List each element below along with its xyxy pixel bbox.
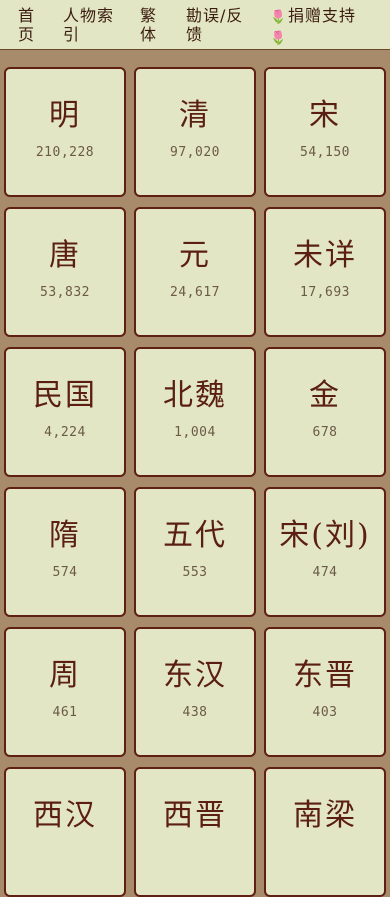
dynasty-name: 东汉 — [163, 658, 227, 693]
tulip-icon: 🌷 — [270, 31, 288, 46]
dynasty-person-count: 574 — [52, 565, 78, 580]
dynasty-name: 清 — [179, 98, 211, 133]
dynasty-name: 唐 — [49, 238, 81, 273]
dynasty-card[interactable]: 五代 553 — [134, 487, 256, 617]
dynasty-grid: 明 210,228 清 97,020 宋 54,150 唐 53,832 元 24,617… — [4, 67, 386, 897]
dynasty-name: 宋 — [309, 98, 341, 133]
dynasty-card[interactable]: 未详 17,693 — [264, 207, 386, 337]
dynasty-card[interactable]: 隋 574 — [4, 487, 126, 617]
dynasty-name: 周 — [49, 658, 81, 693]
nav-link-person-index[interactable]: 人物索引 — [63, 6, 123, 44]
dynasty-card[interactable]: 西晋 — [134, 767, 256, 897]
dynasty-person-count: 54,150 — [300, 145, 350, 160]
dynasty-name: 元 — [179, 238, 211, 273]
dynasty-person-count: 1,004 — [174, 425, 216, 440]
dynasty-name: 北魏 — [163, 378, 227, 413]
dynasty-card[interactable]: 明 210,228 — [4, 67, 126, 197]
nav-link-traditional[interactable]: 繁体 — [140, 6, 160, 44]
dynasty-card[interactable]: 周 461 — [4, 627, 126, 757]
dynasty-card[interactable]: 清 97,020 — [134, 67, 256, 197]
dynasty-name: 南梁 — [293, 798, 357, 833]
dynasty-card[interactable]: 民国 4,224 — [4, 347, 126, 477]
dynasty-card[interactable]: 唐 53,832 — [4, 207, 126, 337]
dynasty-person-count: 438 — [182, 705, 208, 720]
dynasty-name: 西晋 — [163, 798, 227, 833]
dynasty-card[interactable]: 东晋 403 — [264, 627, 386, 757]
dynasty-name: 西汉 — [33, 798, 97, 833]
dynasty-name: 未详 — [293, 238, 357, 273]
dynasty-card[interactable]: 元 24,617 — [134, 207, 256, 337]
dynasty-person-count: 474 — [312, 565, 338, 580]
dynasty-person-count: 461 — [52, 705, 78, 720]
dynasty-name: 民国 — [33, 378, 97, 413]
tulip-icon: 🌷 — [270, 10, 288, 25]
dynasty-person-count: 678 — [312, 425, 338, 440]
dynasty-name: 东晋 — [293, 658, 357, 693]
dynasty-person-count: 210,228 — [35, 145, 95, 160]
nav-link-donate[interactable]: 🌷捐赠支持 🌷 — [270, 6, 370, 48]
dynasty-name: 金 — [309, 378, 341, 413]
dynasty-card[interactable]: 金 678 — [264, 347, 386, 477]
dynasty-card[interactable]: 西汉 — [4, 767, 126, 897]
nav-link-home[interactable]: 首页 — [18, 6, 38, 44]
dynasty-name: 隋 — [49, 518, 81, 553]
dynasty-name: 明 — [49, 98, 81, 133]
dynasty-card[interactable]: 宋(刘) 474 — [264, 487, 386, 617]
dynasty-card[interactable]: 宋 54,150 — [264, 67, 386, 197]
dynasty-person-count: 553 — [182, 565, 208, 580]
dynasty-name: 五代 — [163, 518, 227, 553]
dynasty-person-count: 4,224 — [44, 425, 86, 440]
dynasty-card[interactable]: 南梁 — [264, 767, 386, 897]
dynasty-person-count: 17,693 — [300, 285, 350, 300]
dynasty-person-count: 97,020 — [170, 145, 220, 160]
dynasty-card[interactable]: 东汉 438 — [134, 627, 256, 757]
dynasty-person-count: 403 — [312, 705, 338, 720]
dynasty-card[interactable]: 北魏 1,004 — [134, 347, 256, 477]
top-navigation-bar: 首页 人物索引 繁体 勘误/反馈 🌷捐赠支持 🌷 — [0, 0, 390, 50]
dynasty-name: 宋(刘) — [279, 518, 371, 553]
nav-donate-label: 捐赠支持 — [288, 6, 357, 25]
nav-link-errata-feedback[interactable]: 勘误/反馈 — [186, 6, 246, 44]
dynasty-person-count: 24,617 — [170, 285, 220, 300]
dynasty-person-count: 53,832 — [40, 285, 90, 300]
